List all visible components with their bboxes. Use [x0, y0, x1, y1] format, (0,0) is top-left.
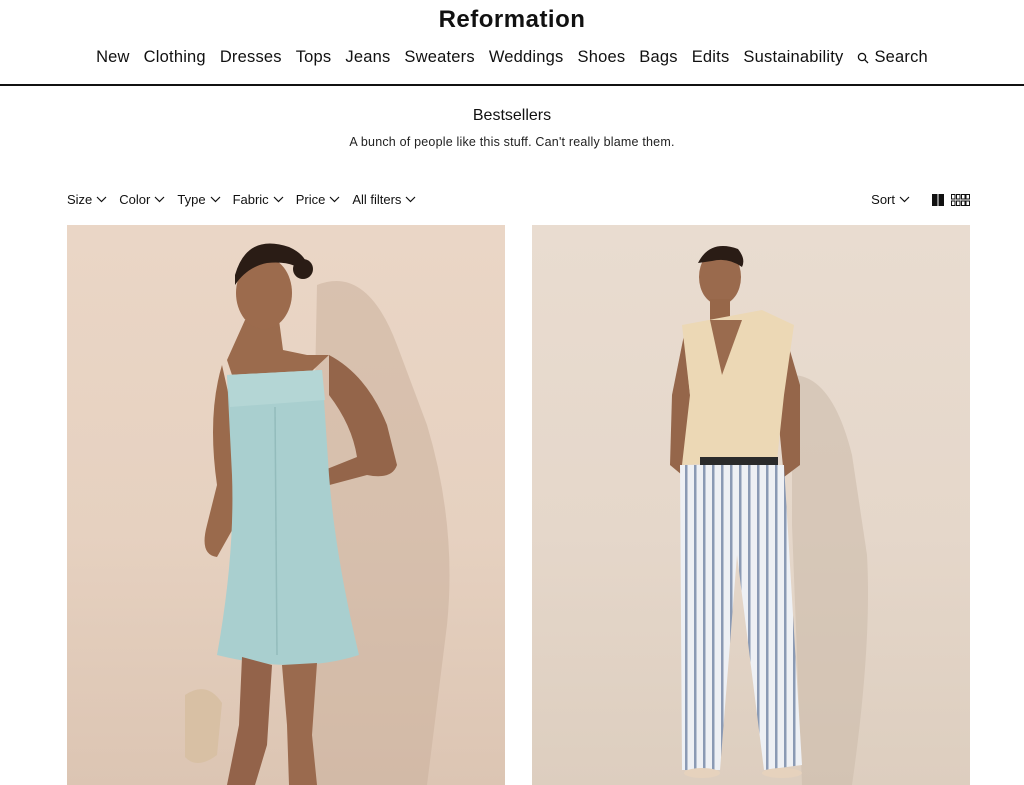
four-column-grid-icon[interactable]	[951, 193, 970, 206]
filter-type-label: Type	[177, 192, 206, 207]
nav-item-clothing[interactable]: Clothing	[144, 48, 206, 67]
filter-bar: Size Color Type Fabric Price All filters	[67, 192, 416, 207]
page-subtitle: A bunch of people like this stuff. Can't…	[349, 135, 675, 149]
filter-fabric-label: Fabric	[232, 192, 269, 207]
filter-price[interactable]: Price	[296, 192, 341, 207]
nav-item-bags[interactable]: Bags	[639, 48, 677, 67]
chevron-down-icon	[210, 196, 220, 203]
nav-item-edits[interactable]: Edits	[692, 48, 730, 67]
product-image-vest-trousers	[670, 246, 868, 785]
nav-item-tops[interactable]: Tops	[296, 48, 332, 67]
nav-item-shoes[interactable]: Shoes	[578, 48, 626, 67]
two-column-grid-icon[interactable]	[932, 193, 944, 206]
nav-item-weddings[interactable]: Weddings	[489, 48, 564, 67]
sort-label: Sort	[871, 192, 895, 207]
chevron-down-icon	[329, 196, 340, 203]
filter-all-label: All filters	[352, 192, 402, 207]
page-title: Bestsellers	[472, 107, 552, 124]
search-icon	[858, 52, 869, 63]
chevron-down-icon	[406, 196, 416, 203]
main-nav: New Clothing Dresses Tops Jeans Sweaters…	[0, 48, 1024, 67]
nav-item-sustainability[interactable]: Sustainability	[743, 48, 843, 67]
grid-toggle-group	[932, 193, 970, 206]
filter-price-label: Price	[295, 192, 326, 207]
site-logo[interactable]: Reformation	[0, 6, 1024, 34]
sort-button[interactable]: Sort	[871, 192, 910, 207]
filter-color-label: Color	[119, 192, 151, 207]
product-card-vest-trousers[interactable]	[532, 225, 970, 785]
nav-item-dresses[interactable]: Dresses	[220, 48, 282, 67]
sort-bar: Sort	[871, 192, 970, 207]
filter-type[interactable]: Type	[177, 192, 220, 207]
filter-fabric[interactable]: Fabric	[233, 192, 284, 207]
filter-all[interactable]: All filters	[352, 192, 416, 207]
filter-size-label: Size	[67, 192, 93, 207]
product-card-dress[interactable]	[67, 225, 505, 785]
filter-color[interactable]: Color	[119, 192, 165, 207]
nav-item-new[interactable]: New	[96, 48, 130, 67]
product-image-dress	[185, 243, 450, 785]
search-label: Search	[874, 48, 928, 66]
filter-size[interactable]: Size	[67, 192, 107, 207]
chevron-down-icon	[154, 196, 165, 203]
site-header: Reformation New Clothing Dresses Tops Je…	[0, 0, 1024, 86]
search-button[interactable]: Search	[857, 48, 928, 67]
chevron-down-icon	[273, 196, 284, 203]
chevron-down-icon	[96, 196, 107, 203]
chevron-down-icon	[899, 196, 910, 203]
nav-item-jeans[interactable]: Jeans	[345, 48, 390, 67]
nav-item-sweaters[interactable]: Sweaters	[404, 48, 474, 67]
